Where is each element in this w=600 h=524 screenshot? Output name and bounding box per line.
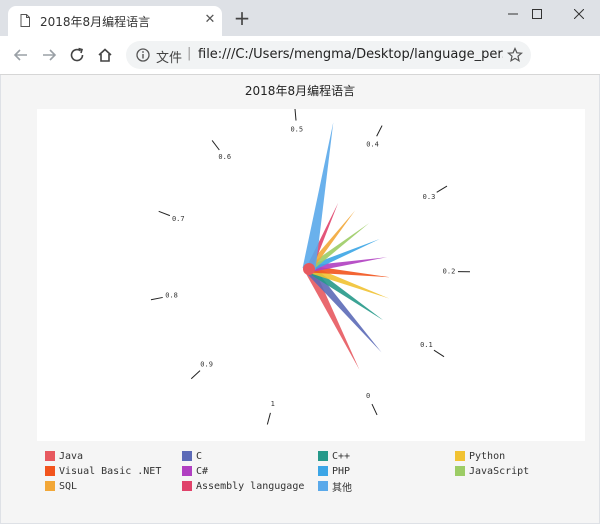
chart-hub	[303, 263, 315, 275]
legend-item[interactable]: Python	[455, 449, 505, 463]
tick-mark	[266, 412, 271, 425]
tick-mark	[371, 403, 378, 416]
close-window-button[interactable]	[556, 0, 600, 30]
maximize-icon	[532, 9, 542, 19]
tick-label: 1	[271, 400, 275, 408]
browser-tab[interactable]: 2018年8月编程语言 ✕	[8, 6, 222, 36]
legend-label: Visual Basic .NET	[59, 465, 162, 477]
document-icon	[20, 14, 30, 27]
reload-icon[interactable]	[68, 46, 86, 64]
tick-label: 0.4	[366, 140, 379, 148]
series-wedge[interactable]	[302, 122, 334, 271]
legend-swatch	[45, 466, 55, 476]
legend-swatch	[45, 451, 55, 461]
url-text[interactable]: file:///C:/Users/mengma/Desktop/language…	[198, 47, 503, 62]
legend-item[interactable]: C++	[318, 449, 350, 463]
tab-title: 2018年8月编程语言	[40, 15, 151, 29]
tick-mark	[376, 125, 383, 137]
legend-swatch	[455, 466, 465, 476]
tick-label: 0.9	[200, 360, 213, 368]
legend-swatch	[318, 451, 328, 461]
close-icon	[574, 9, 584, 19]
tick-label: 0	[366, 392, 370, 400]
tick-label: 0.6	[218, 153, 231, 161]
legend-label: PHP	[332, 465, 351, 477]
tick-label: 0.2	[443, 267, 456, 275]
legend-label: Java	[59, 450, 84, 462]
legend-swatch	[182, 451, 192, 461]
legend-item[interactable]: C	[182, 449, 202, 463]
address-bar[interactable]: 文件 | file:///C:/Users/mengma/Desktop/lan…	[126, 41, 531, 69]
forward-arrow-icon[interactable]	[40, 46, 58, 64]
polar-chart: 0 0.1 0.2 0.3 0.4 0.5 0.6 0.7 0.8 0.9 1	[150, 108, 470, 425]
address-separator: |	[187, 46, 192, 61]
tick-mark	[150, 296, 163, 301]
legend: Java C C++ Python Visual Basic .NET C# PHP Java…	[1, 446, 599, 506]
tick-label: 0.7	[172, 215, 185, 223]
tick-label: 0.8	[165, 292, 178, 300]
legend-label: C	[196, 450, 203, 462]
home-icon[interactable]	[96, 46, 114, 64]
legend-item[interactable]: C#	[182, 464, 208, 478]
info-icon[interactable]	[136, 48, 150, 62]
tab-close-button[interactable]: ✕	[202, 12, 218, 28]
chart-title: 2018年8月编程语言	[244, 84, 356, 98]
legend-swatch	[455, 451, 465, 461]
legend-item[interactable]: SQL	[45, 479, 77, 493]
tick-mark	[433, 349, 445, 358]
legend-item[interactable]: 其他	[318, 479, 352, 494]
plot-area: 0 0.1 0.2 0.3 0.4 0.5 0.6 0.7 0.8 0.9 1	[37, 108, 585, 441]
legend-label: SQL	[59, 480, 78, 492]
legend-swatch	[318, 466, 328, 476]
tick-mark	[158, 210, 171, 217]
legend-item[interactable]: Assembly langugage	[182, 479, 304, 493]
site-label: 文件	[156, 51, 183, 66]
legend-label: Python	[469, 450, 506, 462]
legend-swatch	[182, 466, 192, 476]
tick-label: 0.1	[420, 341, 433, 349]
maximize-button[interactable]	[514, 0, 560, 30]
legend-label: JavaScript	[469, 465, 530, 477]
legend-label: Assembly langugage	[196, 480, 305, 492]
new-tab-button[interactable]: +	[232, 8, 252, 28]
legend-swatch	[318, 481, 328, 491]
tick-mark	[294, 108, 297, 121]
legend-item[interactable]: Java	[45, 449, 83, 463]
tab-strip: 2018年8月编程语言 ✕ +	[0, 0, 600, 36]
legend-swatch	[182, 481, 192, 491]
legend-item[interactable]: JavaScript	[455, 464, 529, 478]
tick-mark	[211, 140, 220, 151]
browser-toolbar: 文件 | file:///C:/Users/mengma/Desktop/lan…	[0, 36, 600, 101]
legend-label: C#	[196, 465, 209, 477]
tick-mark	[190, 370, 201, 380]
page-content: 2018年8月编程语言 0 0.1 0.2 0.3 0.4 0.5 0.6 0.7 0.8 0.9…	[1, 75, 599, 523]
legend-item[interactable]: Visual Basic .NET	[45, 464, 161, 478]
browser-window: 2018年8月编程语言 ✕ + 文件 | file:///C:/Users/me…	[0, 0, 600, 524]
legend-label: C++	[332, 450, 351, 462]
legend-swatch	[45, 481, 55, 491]
back-arrow-icon[interactable]	[12, 46, 30, 64]
bookmark-star-icon[interactable]	[507, 47, 523, 63]
tick-label: 0.3	[423, 193, 436, 201]
tick-label: 0.5	[290, 126, 303, 134]
legend-item[interactable]: PHP	[318, 464, 350, 478]
tick-mark	[436, 185, 448, 193]
legend-label: 其他	[332, 482, 352, 494]
